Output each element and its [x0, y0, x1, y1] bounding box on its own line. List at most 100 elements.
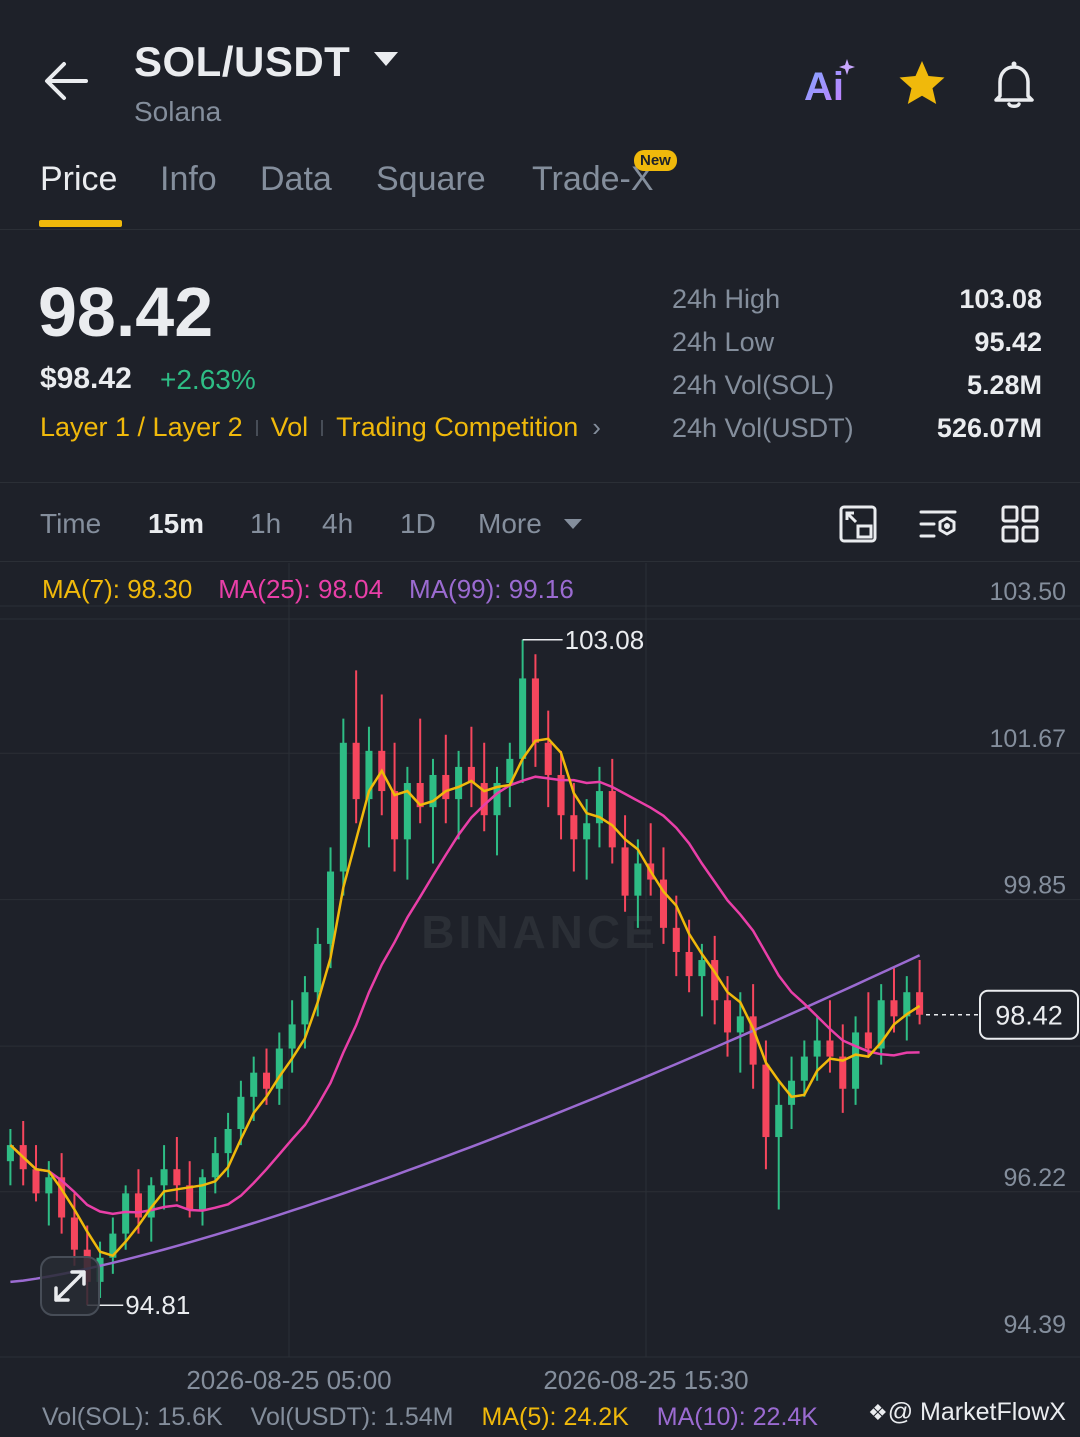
candle-body: [70, 1217, 78, 1250]
candle-body: [519, 678, 527, 759]
y-axis-tick-label: 94.39: [1003, 1311, 1066, 1339]
stat-24h-low: 24h Low 95.42: [672, 327, 1042, 357]
candle-body: [685, 951, 693, 977]
interval-more[interactable]: More: [478, 508, 542, 540]
candle-body: [531, 678, 539, 743]
back-arrow-icon[interactable]: [40, 58, 90, 104]
candle-body: [442, 774, 450, 800]
candle-body: [608, 791, 616, 848]
ma7-line: [9, 737, 921, 1258]
svg-text:Ai: Ai: [804, 65, 844, 109]
interval-1h[interactable]: 1h: [250, 508, 281, 540]
candle-body: [173, 1169, 181, 1186]
favorite-star-icon[interactable]: [894, 56, 950, 112]
candle-body: [775, 1104, 783, 1138]
vol-ma10-label: MA(10): 22.4K: [656, 1403, 818, 1431]
y-axis-tick-label: 103.50: [990, 578, 1066, 606]
grid-layout-icon[interactable]: [1000, 504, 1040, 544]
candle-body: [544, 742, 552, 775]
candle-body: [570, 815, 578, 840]
candle-body: [262, 1072, 271, 1089]
y-axis: 103.50 101.67 99.85 96.22 94.39 98.42: [926, 578, 1079, 1339]
tab-square[interactable]: Square: [376, 160, 486, 199]
x-axis-tick-label: 2026-08-25 15:30: [543, 1365, 748, 1395]
price-usd: $98.42: [40, 362, 132, 395]
candle-body: [890, 1000, 898, 1017]
candle-body: [224, 1128, 232, 1154]
high-marker-label: 103.08: [565, 625, 645, 655]
x-axis-tick-label: 2026-08-25 05:00: [186, 1365, 391, 1395]
interval-time[interactable]: Time: [40, 508, 101, 540]
ma25-label: MA(25): 98.04: [218, 574, 384, 604]
ma7-label: MA(7): 98.30: [42, 574, 193, 604]
expand-icon[interactable]: [40, 1256, 100, 1316]
tab-data[interactable]: Data: [260, 160, 332, 199]
interval-4h[interactable]: 4h: [322, 508, 353, 540]
candle-body: [813, 1040, 821, 1057]
tag-layer[interactable]: Layer 1 / Layer 2: [40, 412, 243, 443]
low-marker-label: 94.81: [125, 1290, 190, 1320]
bell-icon[interactable]: [986, 56, 1042, 112]
candle-body: [211, 1153, 219, 1178]
ma99-line: [10, 954, 921, 1284]
candle-body: [288, 1024, 296, 1049]
pair-title[interactable]: SOL/USDT: [134, 38, 350, 86]
active-tab-indicator: [39, 220, 122, 227]
volume-legend: Vol(SOL): 15.6K Vol(USDT): 1.54M MA(5): …: [42, 1403, 818, 1432]
candle-body: [455, 766, 463, 800]
section-divider: [0, 482, 1080, 483]
stat-24h-vol-usdt: 24h Vol(USDT) 526.07M: [672, 413, 1042, 443]
fullscreen-chart-icon[interactable]: [838, 504, 878, 544]
candle-body: [634, 863, 642, 896]
candle-body: [327, 871, 335, 944]
stat-24h-high: 24h High 103.08: [672, 284, 1042, 314]
candle-body: [339, 742, 347, 872]
binance-logo-icon: ❖: [868, 1400, 888, 1425]
credit-label: ❖@ MarketFlowX: [868, 1398, 1066, 1426]
candle-body: [134, 1193, 142, 1218]
y-axis-tick-label: 99.85: [1003, 872, 1066, 900]
candle-body: [800, 1056, 808, 1081]
more-dropdown-icon[interactable]: [564, 519, 582, 529]
indicator-settings-icon[interactable]: [918, 504, 958, 544]
candle-body: [45, 1177, 53, 1194]
vol-usdt-label: Vol(USDT): 1.54M: [250, 1403, 454, 1431]
candle-body: [864, 1032, 872, 1049]
price-change: +2.63%: [160, 364, 256, 395]
candle-body: [762, 1064, 770, 1138]
chart-watermark: BINANCE: [421, 906, 659, 958]
candle-body: [237, 1096, 245, 1129]
tab-price[interactable]: Price: [40, 160, 117, 199]
tag-vol[interactable]: Vol: [271, 412, 309, 443]
stat-24h-vol-sol: 24h Vol(SOL) 5.28M: [672, 370, 1042, 400]
x-axis: 2026-08-25 05:00 2026-08-25 15:30: [186, 1365, 748, 1395]
candle-body: [583, 823, 591, 840]
last-price: 98.42: [38, 273, 214, 351]
candle-body: [32, 1169, 40, 1194]
candle-body: [301, 992, 309, 1025]
chart-grid: [0, 563, 1080, 1358]
tab-bar: Price Info Data Square Trade-X New: [0, 150, 1080, 230]
candle-body: [621, 847, 629, 896]
candle-body: [391, 791, 399, 840]
chevron-right-icon[interactable]: ›: [592, 412, 601, 443]
new-badge: New: [634, 150, 677, 171]
interval-15m[interactable]: 15m: [148, 508, 204, 540]
tag-list: Layer 1 / Layer 2 Vol Trading Competitio…: [40, 412, 601, 443]
ma99-label: MA(99): 99.16: [409, 574, 574, 604]
header: SOL/USDT Solana Ai: [0, 0, 1080, 140]
candle-body: [826, 1040, 834, 1057]
ai-icon[interactable]: Ai: [800, 56, 856, 112]
tag-trading-competition[interactable]: Trading Competition: [336, 412, 578, 443]
interval-1d[interactable]: 1D: [400, 508, 436, 540]
candle-body: [352, 742, 360, 800]
tab-info[interactable]: Info: [160, 160, 217, 199]
last-price-label: 98.42: [995, 1001, 1063, 1031]
candlestick-chart[interactable]: BINANCE 103.50 101.67 99.85 96.22 94.39 98.42…: [0, 563, 1080, 1437]
stats-panel: 24h High 103.08 24h Low 95.42 24h Vol(SO…: [672, 284, 1042, 456]
candle-body: [711, 960, 719, 1001]
pair-dropdown-icon[interactable]: [374, 52, 398, 66]
vol-sol-label: Vol(SOL): 15.6K: [42, 1403, 223, 1431]
vol-ma5-label: MA(5): 24.2K: [481, 1403, 629, 1431]
interval-bar: Time 15m 1h 4h 1D More: [0, 486, 1080, 562]
